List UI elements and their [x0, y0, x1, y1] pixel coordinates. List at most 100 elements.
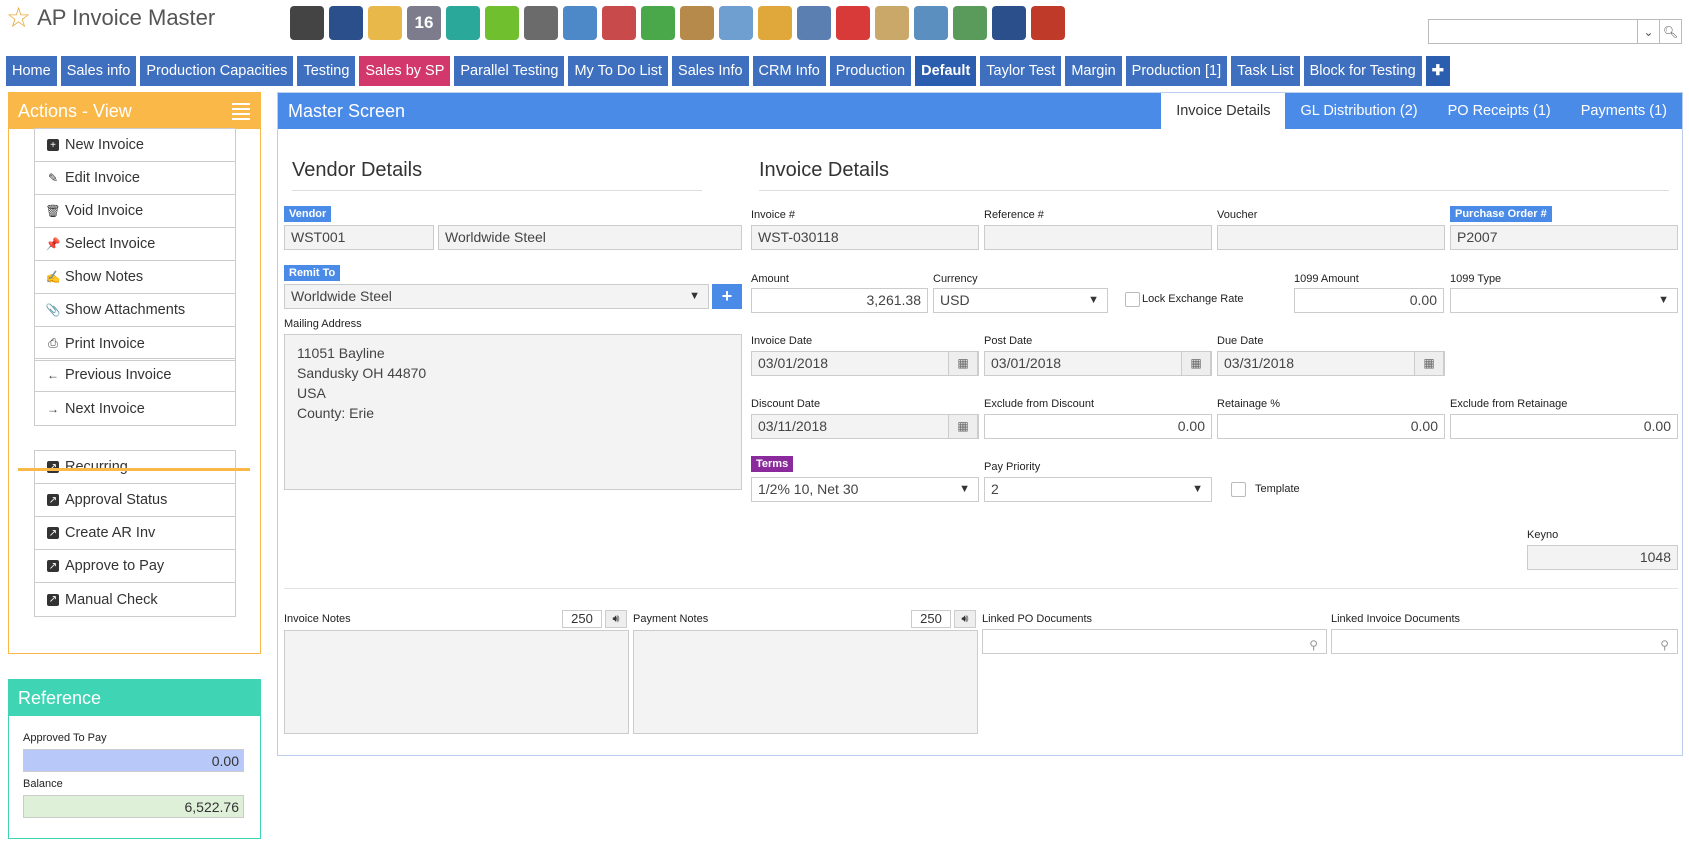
- terms-select[interactable]: 1/2% 10, Net 30 ▼: [751, 477, 979, 502]
- post-date-field[interactable]: 03/01/2018 ▦: [984, 351, 1212, 376]
- magnifier-icon[interactable]: [563, 6, 597, 40]
- due-date-field[interactable]: 03/31/2018 ▦: [1217, 351, 1445, 376]
- purchase-order-field[interactable]: P2007: [1450, 225, 1678, 250]
- coins-icon[interactable]: [758, 6, 792, 40]
- nav-tab[interactable]: Sales by SP: [359, 56, 451, 86]
- payment-notes-counter: 250: [911, 610, 951, 628]
- calendar-icon[interactable]: ▦: [1181, 352, 1211, 375]
- search-icon[interactable]: ⚲: [1660, 634, 1669, 653]
- nav-tab[interactable]: Task List: [1231, 56, 1300, 86]
- action-print-invoice[interactable]: ⎙ Print Invoice: [35, 327, 235, 360]
- clipboard-icon[interactable]: [875, 6, 909, 40]
- chevron-down-icon[interactable]: ⌄: [1637, 20, 1659, 43]
- post-date-value: 03/01/2018: [991, 355, 1062, 371]
- voucher-field[interactable]: [1217, 225, 1445, 250]
- action-approval-status[interactable]: ↗ Approval Status: [35, 484, 235, 517]
- nav-tab[interactable]: Margin: [1065, 56, 1122, 86]
- checkmark-icon[interactable]: [485, 6, 519, 40]
- chevron-down-icon: ▼: [1088, 294, 1099, 306]
- action-show-notes[interactable]: ✍ Show Notes: [35, 261, 235, 294]
- nav-tab[interactable]: ✚: [1425, 56, 1450, 86]
- clock-icon[interactable]: [446, 6, 480, 40]
- remit-to-select[interactable]: Worldwide Steel ▼: [284, 284, 709, 309]
- nav-tab[interactable]: My To Do List: [568, 56, 669, 86]
- tab-gl-distribution-2[interactable]: GL Distribution (2): [1285, 93, 1432, 129]
- calendar-icon[interactable]: ▦: [948, 352, 978, 375]
- user-icon[interactable]: [329, 6, 363, 40]
- speaker-icon[interactable]: 🔊︎: [954, 610, 976, 628]
- basket-icon[interactable]: [641, 6, 675, 40]
- payment-notes-textarea[interactable]: [633, 630, 978, 734]
- calendar-icon[interactable]: ▦: [1414, 352, 1444, 375]
- money-icon[interactable]: [953, 6, 987, 40]
- tab-po-receipts-1[interactable]: PO Receipts (1): [1433, 93, 1566, 129]
- pay-priority-select[interactable]: 2 ▼: [984, 477, 1212, 502]
- star-icon[interactable]: ☆: [6, 4, 31, 32]
- action-next-invoice[interactable]: → Next Invoice: [35, 392, 235, 425]
- action-select-invoice[interactable]: 📌 Select Invoice: [35, 228, 235, 261]
- nav-tab[interactable]: Production [1]: [1125, 56, 1228, 86]
- action-show-attachments[interactable]: 📎 Show Attachments: [35, 294, 235, 327]
- retainage-field[interactable]: 0.00: [1217, 414, 1445, 439]
- nav-tab[interactable]: Sales info: [60, 56, 137, 86]
- action-void-invoice[interactable]: 🗑 Void Invoice: [35, 195, 235, 228]
- action-new-invoice[interactable]: + New Invoice: [35, 129, 235, 162]
- invoice-notes-textarea[interactable]: [284, 630, 629, 734]
- action-create-ar-inv[interactable]: ↗ Create AR Inv: [35, 517, 235, 550]
- type-1099-select[interactable]: ▼: [1450, 288, 1678, 313]
- speaker-icon[interactable]: 🔊︎: [605, 610, 627, 628]
- factory-icon[interactable]: [1031, 6, 1065, 40]
- nav-tab[interactable]: Default: [915, 56, 977, 86]
- keyboard-icon[interactable]: [524, 6, 558, 40]
- address-line: Sandusky OH 44870: [297, 365, 427, 381]
- tab-payments-1[interactable]: Payments (1): [1566, 93, 1682, 129]
- nav-tab[interactable]: Production: [829, 56, 912, 86]
- currency-select[interactable]: USD ▼: [933, 288, 1108, 313]
- vendor-name-field[interactable]: Worldwide Steel: [438, 225, 742, 250]
- tab-invoice-details[interactable]: Invoice Details: [1161, 93, 1286, 129]
- action-manual-check[interactable]: ↗ Manual Check: [35, 583, 235, 616]
- lock-exchange-rate-checkbox[interactable]: [1125, 292, 1140, 307]
- nav-tab[interactable]: Parallel Testing: [454, 56, 565, 86]
- action-approve-to-pay[interactable]: ↗ Approve to Pay: [35, 550, 235, 583]
- action-edit-invoice[interactable]: ✎ Edit Invoice: [35, 162, 235, 195]
- nav-tab[interactable]: CRM Info: [752, 56, 826, 86]
- amount-1099-field[interactable]: 0.00: [1294, 288, 1444, 313]
- nav-tab[interactable]: Testing: [297, 56, 356, 86]
- calendar-icon[interactable]: ▦: [948, 415, 978, 438]
- truck-icon[interactable]: [602, 6, 636, 40]
- bank-icon[interactable]: [290, 6, 324, 40]
- dollar-chat-icon[interactable]: [836, 6, 870, 40]
- template-checkbox[interactable]: [1231, 482, 1246, 497]
- calendar-icon[interactable]: 16: [407, 6, 441, 40]
- invoice-number-field[interactable]: WST-030118: [751, 225, 979, 250]
- action-previous-invoice[interactable]: ← Previous Invoice: [35, 359, 235, 392]
- pencil-icon[interactable]: [914, 6, 948, 40]
- search-icon[interactable]: ⚲: [1309, 634, 1318, 653]
- nav-tab[interactable]: Block for Testing: [1303, 56, 1422, 86]
- box-in-icon[interactable]: [680, 6, 714, 40]
- menu-icon[interactable]: [232, 102, 250, 120]
- discount-date-field[interactable]: 03/11/2018 ▦: [751, 414, 979, 439]
- amount-field[interactable]: 3,261.38: [751, 288, 928, 313]
- weather-icon[interactable]: [368, 6, 402, 40]
- nav-tab[interactable]: Sales Info: [672, 56, 749, 86]
- box-out-icon[interactable]: [719, 6, 753, 40]
- mailing-address-box[interactable]: 11051 Bayline Sandusky OH 44870 USA Coun…: [284, 334, 742, 490]
- balance-label: Balance: [23, 778, 63, 790]
- search-input[interactable]: [1429, 20, 1637, 43]
- calculator-icon[interactable]: [992, 6, 1026, 40]
- nav-tab[interactable]: Home: [6, 56, 57, 86]
- add-remit-button[interactable]: +: [712, 284, 742, 309]
- exclude-discount-field[interactable]: 0.00: [984, 414, 1212, 439]
- linked-po-search[interactable]: ⚲: [982, 629, 1327, 654]
- vendor-code-field[interactable]: WST001: [284, 225, 434, 250]
- nav-tab[interactable]: Production Capacities: [140, 56, 294, 86]
- reference-number-field[interactable]: [984, 225, 1212, 250]
- exclude-retainage-field[interactable]: 0.00: [1450, 414, 1678, 439]
- invoice-date-field[interactable]: 03/01/2018 ▦: [751, 351, 979, 376]
- linked-invoice-search[interactable]: ⚲: [1331, 629, 1678, 654]
- search-icon[interactable]: 🔍︎: [1659, 20, 1681, 43]
- monitor-icon[interactable]: [797, 6, 831, 40]
- nav-tab[interactable]: Taylor Test: [980, 56, 1062, 86]
